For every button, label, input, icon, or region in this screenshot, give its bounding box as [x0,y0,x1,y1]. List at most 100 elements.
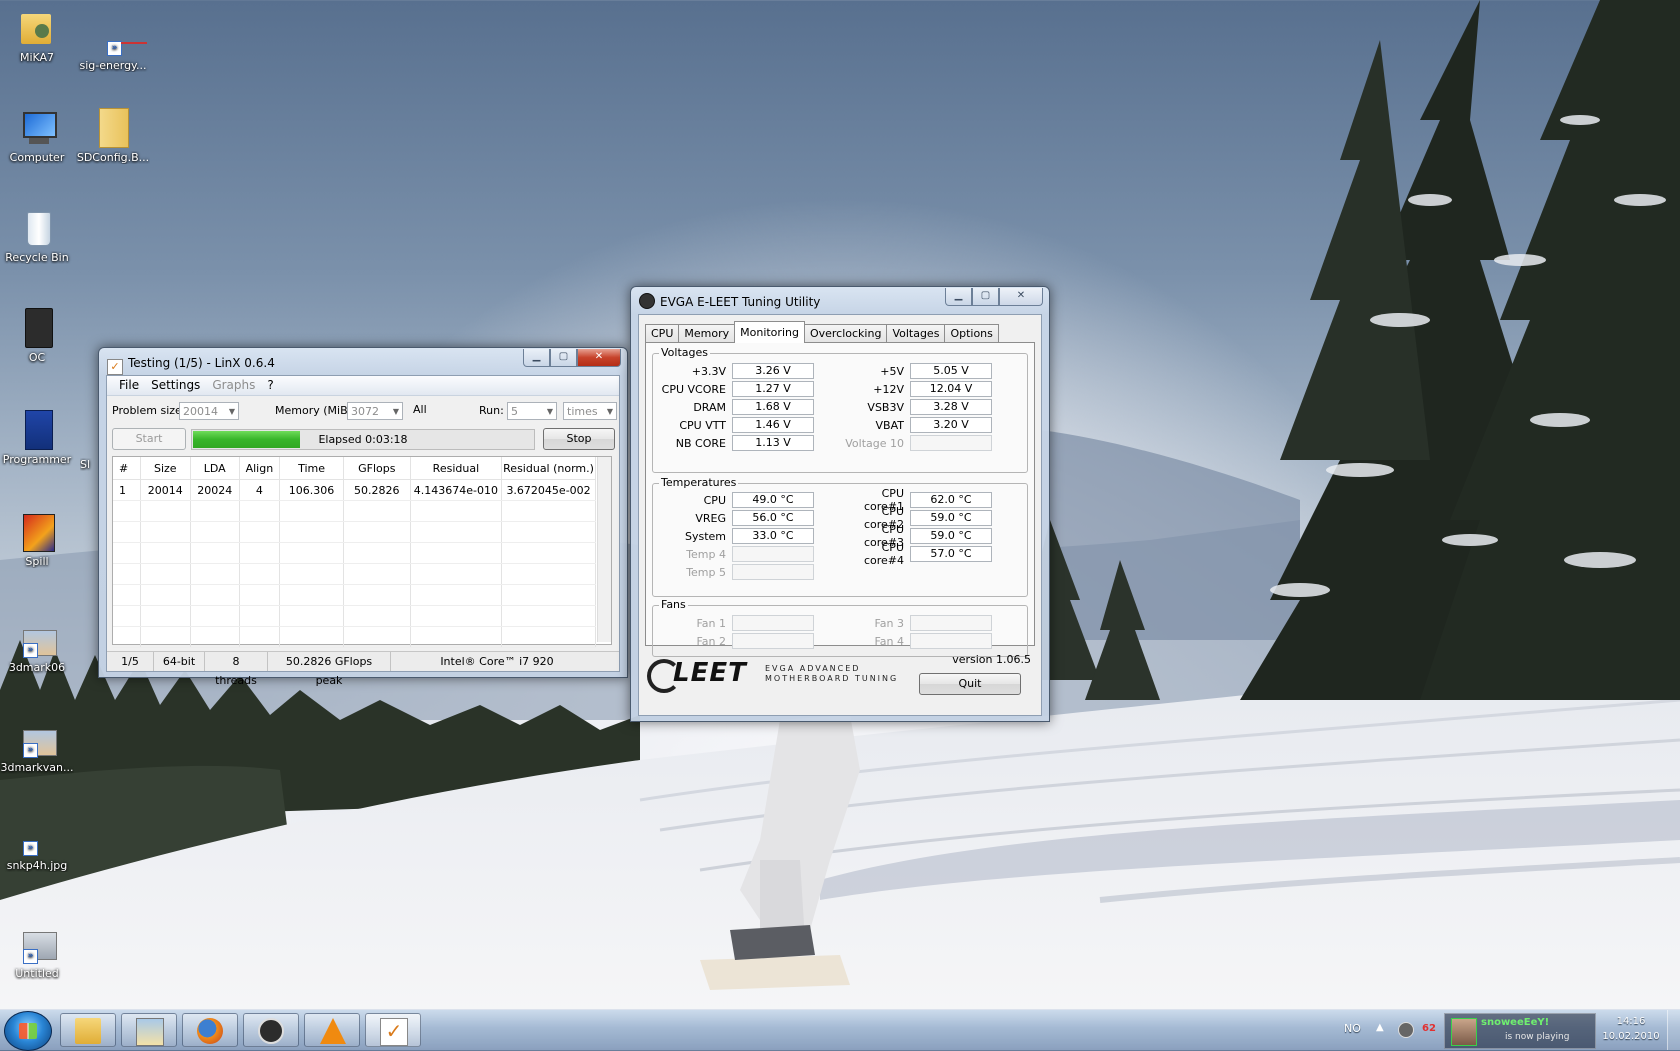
now-playing-widget[interactable]: snoweeEeY! is now playing [1444,1013,1596,1049]
folder-icon [75,1018,101,1044]
tab-voltages[interactable]: Voltages [886,324,946,343]
desktop-icon-snkp4h[interactable]: » snkp4h.jpg [0,834,74,872]
fan-row: Fan 4 [844,633,992,649]
show-desktop-button[interactable] [1667,1010,1680,1050]
show-hidden-icons-button[interactable]: ▲ [1376,1022,1384,1033]
evga-title: EVGA E-LEET Tuning Utility [660,295,821,309]
all-memory-link[interactable]: All [413,401,427,419]
taskbar-photo-viewer[interactable] [121,1013,177,1047]
vertical-scrollbar[interactable] [597,457,611,642]
maximize-button[interactable]: ▢ [550,349,577,367]
clock-time: 14:16 [1616,1016,1646,1027]
desktop-icon-oc[interactable]: OC [0,308,74,364]
col-header[interactable]: Residual [410,457,503,480]
taskbar-explorer[interactable] [60,1013,116,1047]
tab-monitoring[interactable]: Monitoring [734,321,805,343]
results-table-frame: # Size LDA Align Time GFlops Residual Re… [112,456,612,648]
desktop-icon-3dmark06[interactable]: » 3dmark06 [0,626,74,674]
fan-row: Fan 1 [654,615,814,631]
minimize-button[interactable]: ▁ [523,349,550,367]
start-button[interactable]: Start [112,428,186,450]
col-header[interactable]: Time [279,457,344,480]
close-button[interactable]: ✕ [999,288,1043,306]
minimize-button[interactable]: ▁ [945,288,972,306]
desktop-icon-untitled[interactable]: » Untitled [0,926,74,980]
tab-memory[interactable]: Memory [678,324,736,343]
image-shortcut-icon: » [17,726,57,758]
vlc-cone-icon [320,1018,346,1044]
desktop-icon-spill[interactable]: Spill [0,512,74,568]
taskbar-firefox[interactable] [182,1013,238,1047]
tab-options[interactable]: Options [944,324,999,343]
temperature-row: Temp 4 [654,546,814,562]
avatar [1451,1018,1477,1046]
temperature-row: System 33.0 °C [654,528,814,544]
tab-cpu[interactable]: CPU [645,324,680,343]
results-header-row: # Size LDA Align Time GFlops Residual Re… [113,457,596,480]
language-indicator[interactable]: NO [1344,1022,1361,1035]
desktop-icon-sig-energy[interactable]: » sig-energy... [76,30,150,72]
voltage-row: CPU VTT 1.46 V [654,417,814,433]
voltage-row: +12V 12.04 V [844,381,992,397]
temperature-row: VREG 56.0 °C [654,510,814,526]
status-cpu: Intel® Core™ i7 920 [440,655,554,668]
status-peak: 50.2826 GFlops peak [268,652,391,687]
folder-icon [93,108,133,148]
voltage-row: DRAM 1.68 V [654,399,814,415]
photo-viewer-icon [136,1018,164,1046]
tray-app-icon[interactable] [1398,1022,1414,1038]
col-header[interactable]: Residual (norm.) [501,457,596,480]
run-count-combo[interactable]: 5 ▼ [507,402,557,420]
stop-button[interactable]: Stop [543,428,615,450]
taskbar-evga-eleet[interactable] [243,1013,299,1047]
desktop-icon-sdconfig[interactable]: SDConfig.B... [76,108,150,164]
taskbar-linx[interactable]: ✓ [365,1013,421,1047]
desktop-icon-sl[interactable]: Sl [80,458,100,471]
status-run: 1/5 [107,652,154,671]
taskbar-vlc[interactable] [304,1013,360,1047]
monitoring-panel: Voltages +3.3V 3.26 V CPU VCORE 1.27 V DRA… [645,342,1035,657]
quit-button[interactable]: Quit [919,673,1021,695]
desktop-icon-recycle-bin[interactable]: Recycle Bin [0,208,74,264]
desktop-icon-computer[interactable]: Computer [0,108,74,164]
desktop-icon-3dmarkvan[interactable]: » 3dmarkvan... [0,726,74,774]
tray-temperature[interactable]: 62 [1422,1023,1436,1034]
image-shortcut-icon: » [17,626,57,658]
status-threads: 8 threads [205,652,268,687]
tab-overclocking[interactable]: Overclocking [803,324,888,343]
recycle-bin-icon [17,208,57,248]
linx-title: Testing (1/5) - LinX 0.6.4 [128,356,275,370]
run-unit-combo[interactable]: times ▼ [563,402,617,420]
sd-card-icon [17,308,57,348]
col-header[interactable]: # [113,457,141,480]
col-header[interactable]: Size [140,457,191,480]
desktop-icon-mika7[interactable]: MiKA7 [0,8,74,64]
table-row[interactable]: 1 20014 20024 4 106.306 50.2826 4.143674… [113,479,596,501]
menu-file[interactable]: File [113,376,145,395]
problem-size-combo[interactable]: 20014 ▼ [179,402,239,420]
clock[interactable]: 14:16 10.02.2010 [1598,1014,1664,1044]
desktop-icon-programmer[interactable]: Programmer [0,410,74,466]
memory-combo[interactable]: 3072 ▼ [347,402,403,420]
col-header[interactable]: GFlops [343,457,411,480]
voltage-row: VBAT 3.20 V [844,417,992,433]
fan-row: Fan 3 [844,615,992,631]
maximize-button[interactable]: ▢ [972,288,999,306]
linx-window: ✓ Testing (1/5) - LinX 0.6.4 ▁ ▢ ✕ File S… [98,347,628,687]
menu-graphs[interactable]: Graphs [206,376,261,395]
linx-titlebar[interactable]: ✓ Testing (1/5) - LinX 0.6.4 [107,354,275,375]
menu-help[interactable]: ? [261,376,279,395]
firefox-icon [197,1018,223,1044]
close-button[interactable]: ✕ [577,349,621,367]
evga-tabs: CPU Memory Monitoring Overclocking Volta… [645,321,999,343]
taskbar: ✓ NO ▲ 62 snoweeEeY! is now playing 14:1… [0,1009,1680,1051]
col-header[interactable]: Align [239,457,281,480]
evga-titlebar[interactable]: EVGA E-LEET Tuning Utility [639,293,820,311]
user-folder-icon [17,8,57,48]
fans-title: Fans [659,598,688,612]
menu-settings[interactable]: Settings [145,376,206,395]
col-header[interactable]: LDA [190,457,240,480]
run-label: Run: [479,404,504,417]
start-button[interactable] [4,1011,52,1051]
linx-statusbar: 1/5 64-bit 8 threads 50.2826 GFlops peak… [107,651,619,687]
